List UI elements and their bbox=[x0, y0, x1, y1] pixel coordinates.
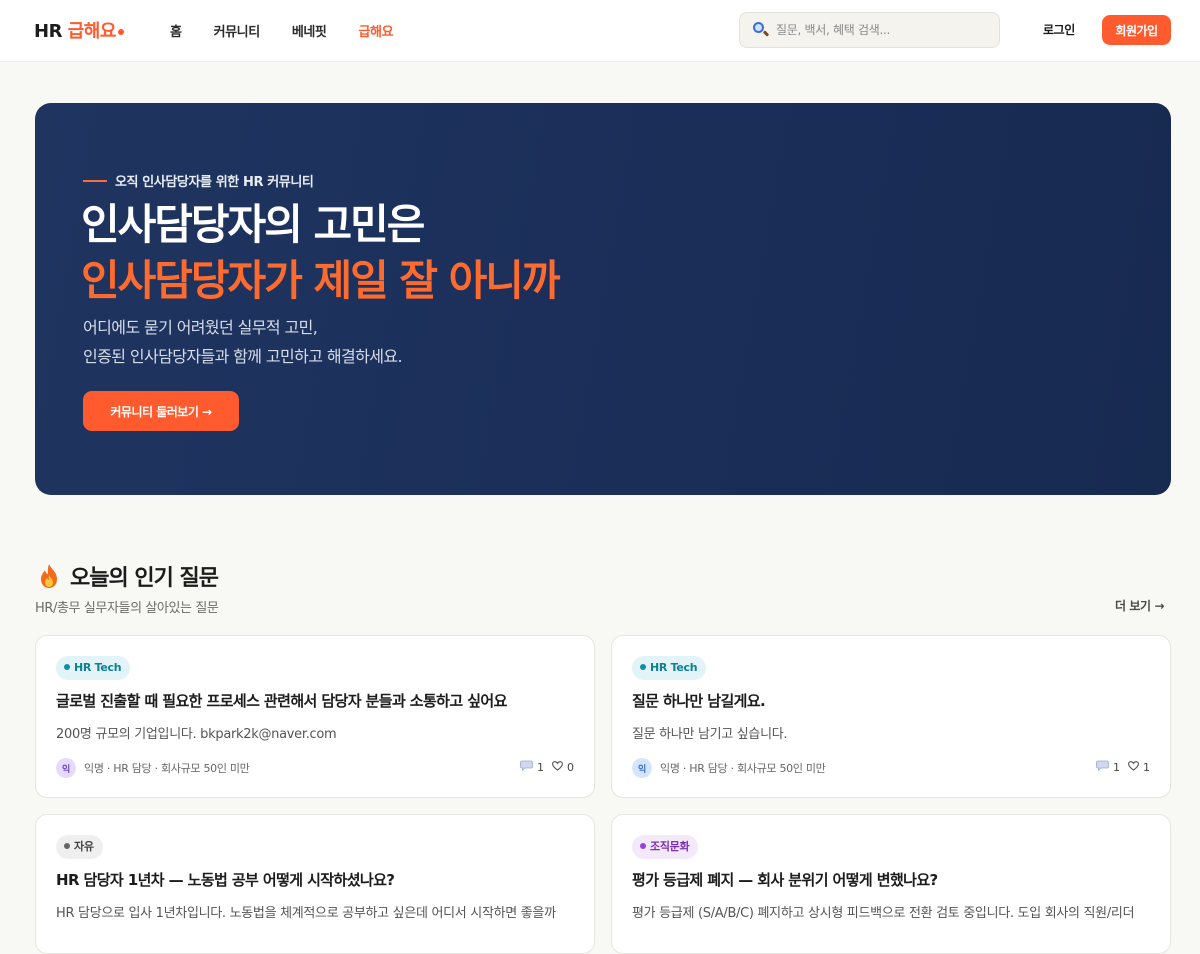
comment-icon bbox=[1096, 760, 1109, 771]
hero-description: 어디에도 묻기 어려웠던 실무적 고민, 인증된 인사담당자들과 함께 고민하고… bbox=[83, 313, 403, 371]
logo-hr-text: HR bbox=[34, 21, 62, 42]
hero-desc-line2: 인증된 인사담당자들과 함께 고민하고 해결하세요. bbox=[83, 347, 403, 366]
logo-brand-text: 급해요 bbox=[67, 21, 117, 42]
avatar: 익 bbox=[632, 758, 652, 778]
tag-dot-icon bbox=[640, 843, 646, 849]
like-count[interactable]: 0 bbox=[552, 761, 574, 774]
card-author-meta: 익 익명 · HR 담당 · 회사규모 50인 미만 bbox=[56, 758, 250, 778]
category-tag-label: HR Tech bbox=[650, 661, 698, 674]
heart-icon bbox=[552, 760, 563, 771]
question-card[interactable]: HR Tech 질문 하나만 남길게요. 질문 하나만 남기고 싶습니다. 익 … bbox=[611, 635, 1171, 798]
search-box bbox=[739, 12, 1000, 48]
hero-title: 인사담당자의 고민은 인사담당자가 제일 잘 아니까 bbox=[81, 197, 561, 309]
menu-item-urgent[interactable]: 급해요 bbox=[359, 21, 394, 40]
like-count[interactable]: 1 bbox=[1128, 761, 1150, 774]
avatar: 익 bbox=[56, 758, 76, 778]
comment-icon bbox=[520, 760, 533, 771]
main-menu: 홈 커뮤니티 베네핏 급해요 bbox=[170, 21, 425, 40]
comment-count: 1 bbox=[1096, 760, 1120, 774]
menu-item-community[interactable]: 커뮤니티 bbox=[214, 21, 261, 40]
question-card[interactable]: 자유 HR 담당자 1년차 — 노동법 공부 어떻게 시작하셨나요? HR 담당… bbox=[35, 814, 595, 954]
hero-desc-line1: 어디에도 묻기 어려웠던 실무적 고민, bbox=[83, 318, 318, 337]
card-stats: 1 1 bbox=[1096, 760, 1150, 774]
tag-dot-icon bbox=[640, 664, 646, 670]
hero-kicker-text: 오직 인사담당자를 위한 HR 커뮤니티 bbox=[115, 175, 314, 190]
card-title: 질문 하나만 남길게요. bbox=[632, 692, 766, 710]
card-stats: 1 0 bbox=[520, 760, 574, 774]
author-info: 익명 · HR 담당 · 회사규모 50인 미만 bbox=[660, 762, 826, 775]
section-title-text: 오늘의 인기 질문 bbox=[70, 566, 219, 591]
like-count-value: 1 bbox=[1143, 760, 1150, 774]
question-card[interactable]: 조직문화 평가 등급제 폐지 — 회사 분위기 어떻게 변했나요? 평가 등급제… bbox=[611, 814, 1171, 954]
menu-item-home[interactable]: 홈 bbox=[170, 21, 182, 40]
menu-item-benefit[interactable]: 베네핏 bbox=[292, 21, 327, 40]
card-title: 글로벌 진출할 때 필요한 프로세스 관련해서 담당자 분들과 소통하고 싶어요 bbox=[56, 692, 507, 710]
comment-count-value: 1 bbox=[1113, 761, 1120, 774]
category-tag-label: 조직문화 bbox=[650, 840, 690, 853]
section-subtitle: HR/총무 실무자들의 살아있는 질문 bbox=[35, 601, 219, 616]
category-tag: HR Tech bbox=[56, 656, 131, 680]
question-card[interactable]: HR Tech 글로벌 진출할 때 필요한 프로세스 관련해서 담당자 분들과 … bbox=[35, 635, 595, 798]
hero-title-line2: 인사담당자가 제일 잘 아니까 bbox=[81, 256, 561, 305]
author-info: 익명 · HR 담당 · 회사규모 50인 미만 bbox=[84, 762, 250, 775]
category-tag-label: HR Tech bbox=[74, 661, 122, 674]
see-more-link[interactable]: 더 보기 → bbox=[1115, 597, 1165, 614]
heart-icon bbox=[1128, 760, 1139, 771]
logo-dot-icon bbox=[117, 29, 124, 35]
card-excerpt: 질문 하나만 남기고 싶습니다. bbox=[632, 727, 788, 742]
tag-dot-icon bbox=[64, 843, 70, 849]
category-tag-label: 자유 bbox=[74, 840, 94, 853]
top-navbar: HR 급해요 홈 커뮤니티 베네핏 급해요 로그인 회원가입 bbox=[0, 0, 1200, 62]
section-title: 오늘의 인기 질문 bbox=[38, 560, 219, 592]
card-title: 평가 등급제 폐지 — 회사 분위기 어떻게 변했나요? bbox=[632, 871, 938, 889]
card-excerpt: 200명 규모의 기업입니다. bkpark2k@naver.com bbox=[56, 727, 337, 742]
category-tag: 조직문화 bbox=[632, 835, 699, 859]
category-tag: 자유 bbox=[56, 835, 103, 859]
signup-button[interactable]: 회원가입 bbox=[1102, 15, 1171, 45]
hero-title-line1: 인사담당자의 고민은 bbox=[81, 200, 425, 249]
search-icon bbox=[752, 21, 770, 39]
card-title: HR 담당자 1년차 — 노동법 공부 어떻게 시작하셨나요? bbox=[56, 871, 395, 889]
comment-count-value: 1 bbox=[537, 761, 544, 774]
search-input[interactable] bbox=[776, 23, 976, 37]
fire-icon bbox=[41, 564, 57, 588]
login-button[interactable]: 로그인 bbox=[1043, 21, 1075, 38]
category-tag: HR Tech bbox=[632, 656, 707, 680]
browse-community-button[interactable]: 커뮤니티 둘러보기 → bbox=[83, 391, 239, 431]
tag-dot-icon bbox=[64, 664, 70, 670]
hero-banner: 오직 인사담당자를 위한 HR 커뮤니티 인사담당자의 고민은 인사담당자가 제… bbox=[35, 103, 1171, 495]
hero-kicker: 오직 인사담당자를 위한 HR 커뮤니티 bbox=[83, 171, 314, 190]
kicker-line-icon bbox=[83, 180, 107, 182]
like-count-value: 0 bbox=[567, 760, 574, 774]
logo[interactable]: HR 급해요 bbox=[34, 17, 124, 43]
comment-count: 1 bbox=[520, 760, 544, 774]
card-author-meta: 익 익명 · HR 담당 · 회사규모 50인 미만 bbox=[632, 758, 826, 778]
